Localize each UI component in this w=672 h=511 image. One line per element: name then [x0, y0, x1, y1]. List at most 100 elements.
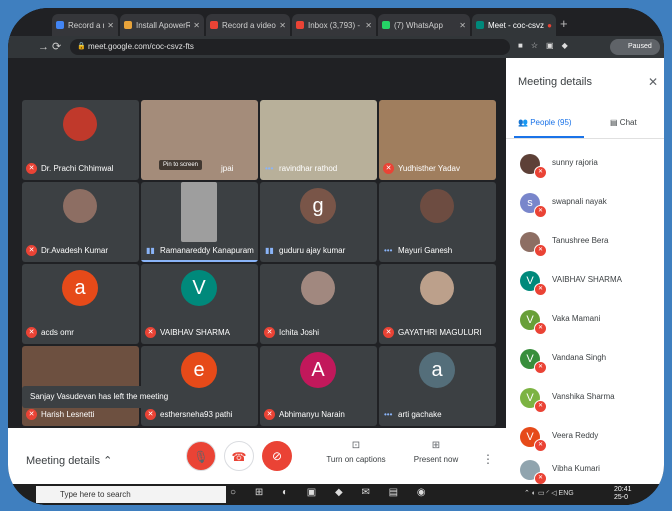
divider [506, 138, 664, 139]
talking-dots-icon: ••• [384, 410, 393, 419]
mic-off-icon: ✕ [534, 322, 547, 335]
participant-tile[interactable]: a ✕ acds omr [22, 264, 139, 344]
close-tab-icon[interactable]: ✕ [107, 21, 114, 30]
mic-off-icon: ✕ [145, 327, 156, 338]
mic-off-icon: ✕ [26, 409, 37, 420]
tab-record-meet[interactable]: Record a meet✕ [52, 14, 118, 36]
close-tab-icon[interactable]: ✕ [365, 21, 372, 30]
participant-tile[interactable]: ✕ Ichita Joshi [260, 264, 377, 344]
more-options-icon[interactable]: ⋮ [482, 452, 494, 466]
participant-list-item[interactable]: V ✕ Vaka Mamani [520, 310, 660, 348]
google-favicon-icon [210, 21, 218, 29]
mic-off-icon: ✕ [534, 205, 547, 218]
avatar: g [300, 188, 336, 224]
mic-off-icon: ✕ [264, 409, 275, 420]
close-tab-icon[interactable]: ✕ [279, 21, 286, 30]
participant-tile[interactable]: V ✕ VAIBHAV SHARMA [141, 264, 258, 344]
mic-off-icon: ✕ [534, 361, 547, 374]
people-icon: 👥 [518, 118, 528, 127]
mic-off-icon: ✕ [534, 283, 547, 296]
participant-tile[interactable]: ••• ravindhar rathod [260, 100, 377, 180]
url-field[interactable]: 🔒 meet.google.com/coc-csvz-fts [70, 39, 510, 55]
participant-list-item[interactable]: ✕ Tanushree Bera [520, 232, 660, 270]
present-icon: ⊞ [431, 440, 441, 451]
participant-list-item[interactable]: V ✕ VAIBHAV SHARMA [520, 271, 660, 309]
tab-install-apowerrec[interactable]: Install ApowerREC✕ [120, 14, 204, 36]
tab-record-video-meet[interactable]: Record a video meet✕ [206, 14, 290, 36]
mic-off-icon: ✕ [534, 244, 547, 257]
camera-off-button[interactable]: ⊘ [262, 441, 292, 471]
participant-tile[interactable]: Pin to screen jpai [141, 100, 258, 180]
leave-call-button[interactable]: ☎ [224, 441, 254, 471]
lock-icon: 🔒 [77, 43, 86, 50]
windows-taskbar: Type here to search ○ ⊞ ◐ ▣ ◆ ✉ ▤ ◉ ⌃ ◐ … [8, 484, 664, 505]
forward-reload-icon[interactable]: → ⟳ [38, 40, 61, 53]
mic-off-icon: ✕ [26, 245, 37, 256]
participant-tile[interactable]: ••• Mayuri Ganesh [379, 182, 496, 262]
taskbar-search-input[interactable]: Type here to search [36, 486, 226, 503]
tab-people[interactable]: 👥 People (95) [518, 118, 572, 127]
apower-favicon-icon [124, 21, 132, 29]
new-tab-icon[interactable]: + [560, 16, 568, 31]
avatar [301, 271, 335, 305]
taskbar-clock[interactable]: 20:41 25-0 [614, 486, 632, 502]
tab-chat[interactable]: ▤ Chat [610, 118, 637, 127]
participant-tile[interactable]: ▮▮ Ramanareddy Kanapuram [141, 182, 258, 262]
profile-paused-button[interactable]: Paused [610, 39, 660, 55]
avatar [63, 189, 97, 223]
pin-to-screen-tooltip[interactable]: Pin to screen [159, 160, 203, 170]
captions-button[interactable]: ⊡ Turn on captions [326, 440, 386, 464]
meet-favicon-icon [476, 21, 484, 29]
chat-icon: ▤ [610, 118, 618, 127]
avatar [420, 271, 454, 305]
close-tab-icon[interactable]: ● [547, 21, 552, 30]
whatsapp-favicon-icon [382, 21, 390, 29]
extension-icons[interactable]: ■☆▣◆ [518, 41, 576, 50]
tab-whatsapp[interactable]: (7) WhatsApp ✕ [378, 14, 470, 36]
meeting-details-button[interactable]: Meeting details ⌃ [26, 454, 112, 467]
participant-list-item[interactable]: s ✕ swapnali nayak [520, 193, 660, 231]
mic-off-icon: ✕ [534, 400, 547, 413]
avatar: A [300, 352, 336, 388]
google-favicon-icon [56, 21, 64, 29]
mic-off-icon: ✕ [26, 327, 37, 338]
avatar: a [419, 352, 455, 388]
avatar: a [62, 270, 98, 306]
browser-tab-strip: Record a meet✕ Install ApowerREC✕ Record… [8, 8, 664, 36]
close-icon[interactable]: ✕ [648, 75, 658, 89]
avatar: V [181, 270, 217, 306]
avatar [63, 107, 97, 141]
participant-tile[interactable]: a ••• arti gachake [379, 346, 496, 426]
mic-off-icon: ✕ [145, 409, 156, 420]
avatar: e [181, 352, 217, 388]
tab-meet[interactable]: Meet - coc-csvz ● [472, 14, 556, 36]
panel-title: Meeting details [518, 76, 592, 88]
microphone-button[interactable]: 🎙 [186, 441, 216, 471]
participant-list-item[interactable]: ✕ sunny rajoria [520, 154, 660, 192]
talking-dots-icon: ••• [384, 246, 393, 255]
system-tray[interactable]: ⌃ ◐ ▭ ◜ ◁ ENG [524, 489, 574, 497]
participant-tile[interactable]: ✕ Dr.Avadesh Kumar [22, 182, 139, 262]
mic-off-icon: ✕ [534, 439, 547, 452]
screen-frame: Record a meet✕ Install ApowerREC✕ Record… [8, 8, 664, 505]
avatar [181, 182, 217, 242]
close-tab-icon[interactable]: ✕ [459, 21, 466, 30]
tab-inbox[interactable]: Inbox (3,793) - dr.a✕ [292, 14, 376, 36]
taskbar-app-icons[interactable]: ○ ⊞ ◐ ▣ ◆ ✉ ▤ ◉ [230, 487, 434, 498]
participant-tile[interactable]: ✕ GAYATHRI MAGULURI [379, 264, 496, 344]
participant-list-item[interactable]: V ✕ Vanshika Sharma [520, 388, 660, 426]
chevron-up-icon: ⌃ [103, 455, 113, 467]
participant-list-item[interactable]: V ✕ Vandana Singh [520, 349, 660, 387]
participant-list-item[interactable]: ✕ Vibha Kumari [520, 460, 660, 485]
participant-tile[interactable]: ✕ Yudhisther Yadav [379, 100, 496, 180]
close-tab-icon[interactable]: ✕ [193, 21, 200, 30]
mic-off-icon: ✕ [26, 163, 37, 174]
participant-tile[interactable]: g ▮▮ guduru ajay kumar [260, 182, 377, 262]
meeting-controls: Meeting details ⌃ 🎙 ☎ ⊘ ⊡ Turn on caption… [8, 428, 506, 484]
present-now-button[interactable]: ⊞ Present now [406, 440, 466, 464]
active-speaker-bar [141, 260, 258, 262]
participant-tile[interactable]: ✕ Dr. Prachi Chhimwal [22, 100, 139, 180]
participant-tile[interactable]: A ✕ Abhimanyu Narain [260, 346, 377, 426]
left-meeting-notification: Sanjay Vasudevan has left the meeting [22, 386, 182, 408]
mic-off-icon: ✕ [264, 327, 275, 338]
